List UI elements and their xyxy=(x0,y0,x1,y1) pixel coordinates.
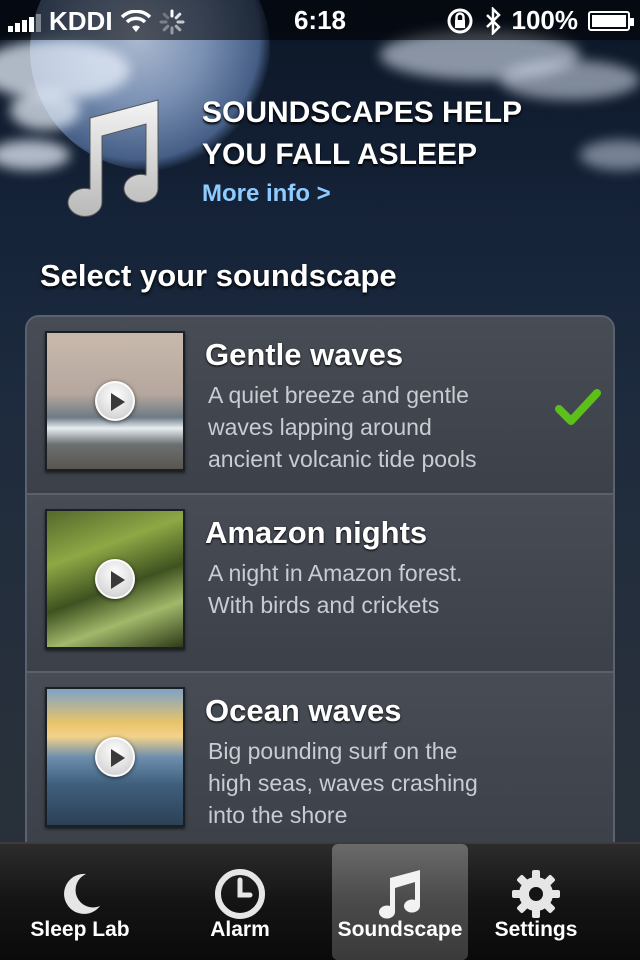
music-note-icon xyxy=(67,99,159,217)
description-line: A night in Amazon forest. xyxy=(208,560,463,586)
soundscape-title: Ocean waves xyxy=(205,693,402,728)
soundscape-row-gentle-waves[interactable]: Gentle waves A quiet breeze and gentle w… xyxy=(27,317,613,495)
moon-icon xyxy=(64,873,100,914)
soundscape-title: Amazon nights xyxy=(205,515,428,550)
description-line: ancient volcanic tide pools xyxy=(208,446,477,472)
soundscape-description: A night in Amazon forest. With birds and… xyxy=(208,557,538,621)
tab-soundscape[interactable]: Soundscape xyxy=(332,844,468,960)
status-bar: KDDI 6:18 100% xyxy=(0,0,640,40)
description-line: A quiet breeze and gentle xyxy=(208,382,469,408)
gear-icon xyxy=(512,870,560,918)
checkmark-icon xyxy=(555,389,601,425)
soundscape-title: Gentle waves xyxy=(205,337,404,372)
description-line: Big pounding surf on the xyxy=(208,738,458,764)
app-screen: KDDI 6:18 100% SOUNDSCAPES HELP YOU FALL… xyxy=(0,0,640,960)
music-note-icon xyxy=(379,870,421,919)
page-headline: SOUNDSCAPES HELP YOU FALL ASLEEP xyxy=(202,92,622,176)
soundscape-row-amazon-nights[interactable]: Amazon nights A night in Amazon forest. … xyxy=(27,495,613,673)
tab-bar: Sleep Lab Alarm Soundscape Settings xyxy=(0,842,640,960)
soundscape-thumbnail xyxy=(45,331,185,471)
soundscape-row-ocean-waves[interactable]: Ocean waves Big pounding surf on the hig… xyxy=(27,673,613,851)
more-info-link[interactable]: More info > xyxy=(202,180,331,208)
description-line: With birds and crickets xyxy=(208,592,440,618)
play-icon[interactable] xyxy=(95,559,135,599)
play-icon[interactable] xyxy=(95,737,135,777)
soundscape-thumbnail xyxy=(45,509,185,649)
bluetooth-icon xyxy=(485,6,501,35)
tab-sleep-lab[interactable]: Sleep Lab xyxy=(0,844,160,960)
tab-settings[interactable]: Settings xyxy=(456,844,616,960)
rotation-lock-icon xyxy=(447,8,472,33)
tab-alarm[interactable]: Alarm xyxy=(160,844,320,960)
description-line: waves lapping around xyxy=(208,414,432,440)
headline-line-2: YOU FALL ASLEEP xyxy=(202,138,478,171)
section-title: Select your soundscape xyxy=(40,258,397,293)
battery-icon xyxy=(588,10,634,31)
battery-percent: 100% xyxy=(511,5,579,35)
description-line: into the shore xyxy=(208,802,348,828)
description-line: high seas, waves crashing xyxy=(208,770,478,796)
clock-icon xyxy=(215,869,265,919)
soundscape-list: Gentle waves A quiet breeze and gentle w… xyxy=(25,315,615,875)
play-icon[interactable] xyxy=(95,381,135,421)
soundscape-thumbnail xyxy=(45,687,185,827)
soundscape-description: Big pounding surf on the high seas, wave… xyxy=(208,735,538,831)
headline-line-1: SOUNDSCAPES HELP xyxy=(202,96,523,129)
soundscape-description: A quiet breeze and gentle waves lapping … xyxy=(208,379,538,475)
